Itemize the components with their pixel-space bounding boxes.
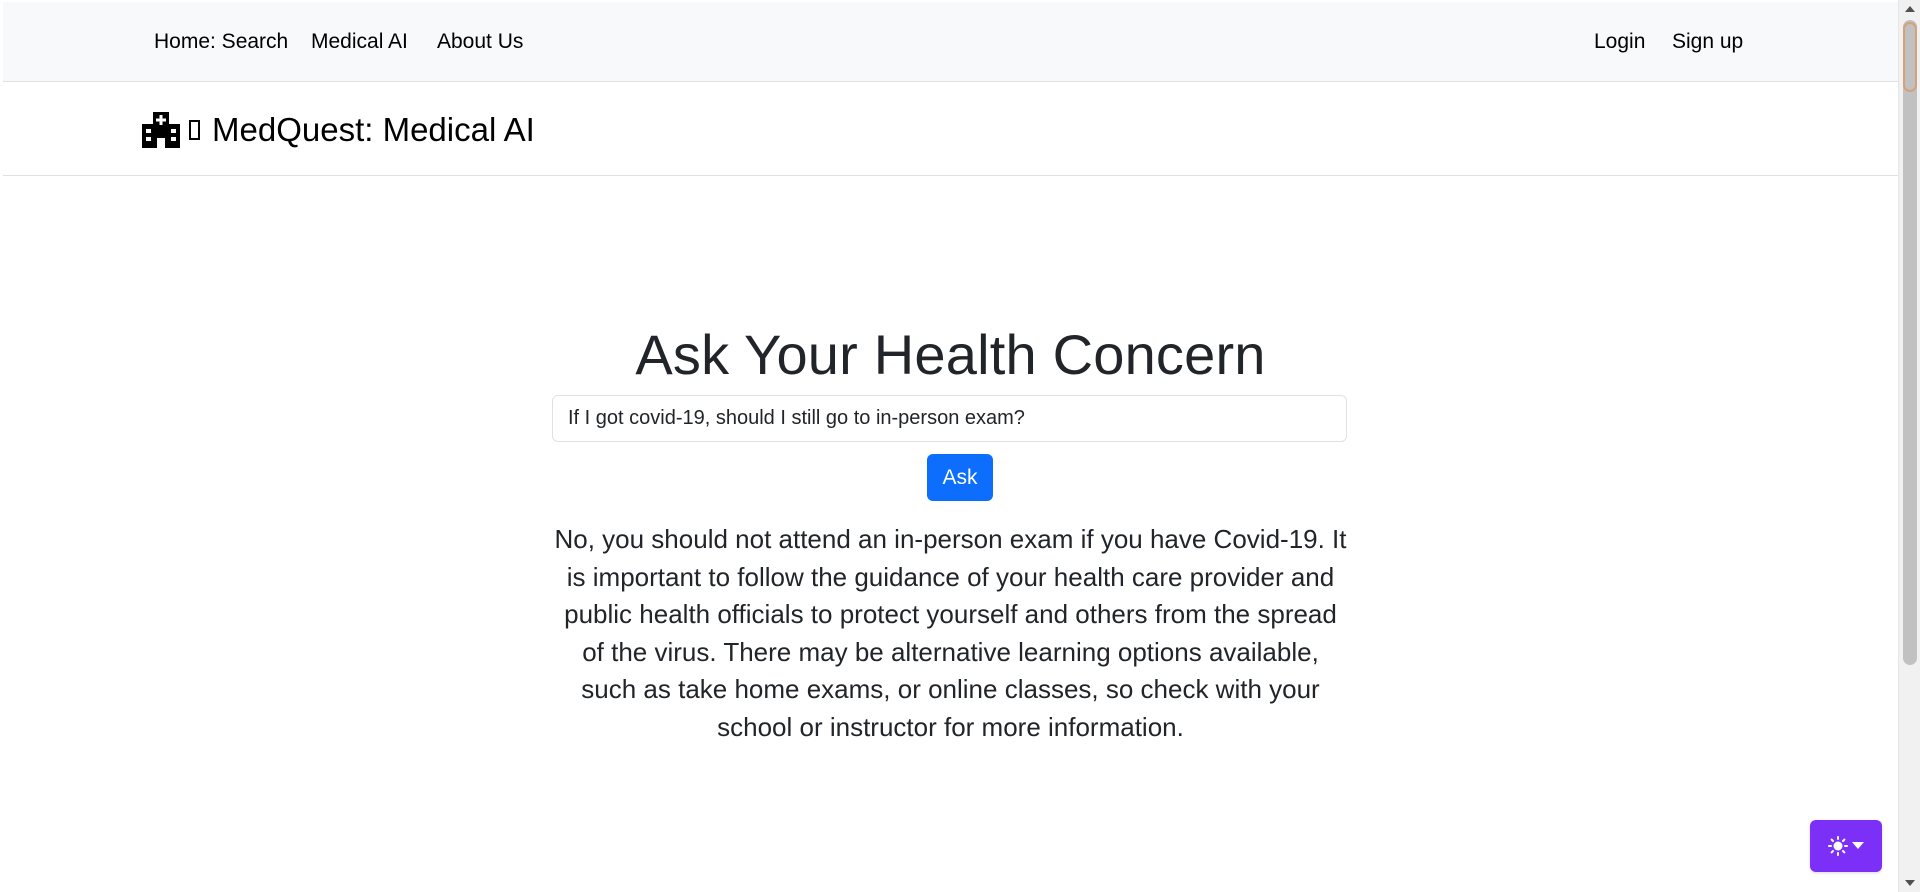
login-link[interactable]: Login <box>1594 30 1645 54</box>
nav-link-home-search[interactable]: Home: Search <box>154 30 288 54</box>
top-navbar: Home: Search Medical AI About Us Login S… <box>3 2 1898 82</box>
sun-icon <box>1828 836 1848 856</box>
scroll-up-icon[interactable] <box>1899 0 1920 18</box>
hospital-icon <box>142 112 180 148</box>
answer-text: No, you should not attend an in-person e… <box>554 524 1347 742</box>
page-viewport: Home: Search Medical AI About Us Login S… <box>3 0 1898 892</box>
theme-toggle-button[interactable] <box>1810 820 1882 872</box>
missing-glyph-icon <box>189 120 200 140</box>
brand-header: MedQuest: Medical AI <box>3 82 1898 176</box>
ask-button[interactable]: Ask <box>927 454 993 501</box>
scroll-down-icon[interactable] <box>1899 874 1920 892</box>
scrollbar-thumb-highlight <box>1903 22 1917 92</box>
brand-title: MedQuest: Medical AI <box>212 111 535 148</box>
question-input[interactable] <box>552 395 1347 442</box>
signup-link[interactable]: Sign up <box>1672 30 1743 54</box>
page-title: Ask Your Health Concern <box>635 323 1266 386</box>
nav-link-medical-ai[interactable]: Medical AI <box>311 30 408 54</box>
vertical-scrollbar[interactable] <box>1898 0 1920 892</box>
browser-page: Home: Search Medical AI About Us Login S… <box>0 0 1920 892</box>
caret-down-icon <box>1852 842 1864 849</box>
scrollbar-thumb[interactable] <box>1903 20 1917 665</box>
brand-link[interactable]: MedQuest: Medical AI <box>141 108 535 152</box>
nav-link-about-us[interactable]: About Us <box>437 30 523 54</box>
